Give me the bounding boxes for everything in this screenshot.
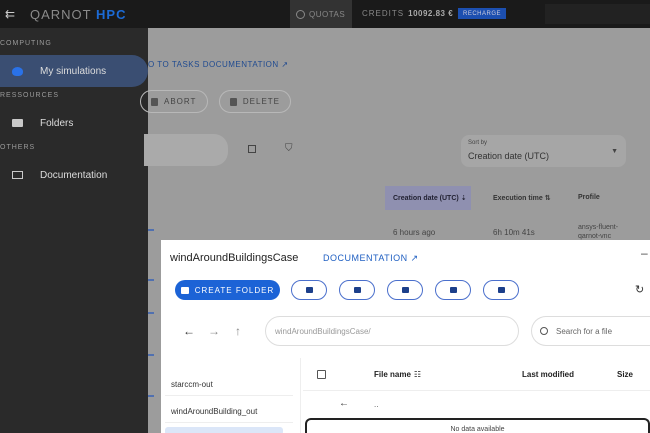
- task-exec-cell: 6h 10m 41s: [493, 228, 535, 237]
- upload-icon: [353, 287, 361, 293]
- sidebar-item-documentation[interactable]: Documentation: [0, 159, 148, 191]
- upload-button[interactable]: [339, 280, 375, 300]
- close-icon[interactable]: –: [641, 246, 648, 260]
- sidebar-section-others: OTHERS: [0, 144, 36, 151]
- folder-plus-icon: [180, 286, 189, 294]
- sidebar-item-my-simulations[interactable]: My simulations: [0, 55, 148, 87]
- sort-select[interactable]: Sort by Creation date (UTC) ▼: [461, 135, 626, 167]
- create-folder-button[interactable]: CREATE FOLDER: [175, 280, 280, 300]
- dialog-title: windAroundBuildingsCase: [170, 252, 299, 264]
- no-data-panel: No data available: [305, 418, 650, 433]
- column-header-last-modified[interactable]: Last modified: [522, 370, 574, 379]
- calendar-icon[interactable]: [248, 145, 256, 153]
- path-input[interactable]: windAroundBuildingsCase/: [265, 316, 519, 346]
- recharge-button[interactable]: RECHARGE: [458, 8, 507, 19]
- task-link-fragment[interactable]: [148, 279, 154, 281]
- task-search-input[interactable]: [144, 134, 228, 166]
- file-search-input[interactable]: Search for a file: [531, 316, 650, 346]
- task-created-cell: 6 hours ago: [393, 228, 436, 237]
- table-divider: [303, 390, 650, 391]
- stop-icon: [151, 97, 158, 106]
- folder-tree: starccm-out windAroundBuilding_out: [161, 358, 301, 433]
- account-area[interactable]: [545, 4, 650, 24]
- book-icon: [12, 171, 23, 179]
- filter-icon[interactable]: ⛉: [285, 143, 293, 154]
- sidebar-item-folders[interactable]: Folders: [0, 107, 148, 139]
- tree-divider: [165, 422, 293, 423]
- cloud-icon: [12, 66, 23, 76]
- folder-upload-button[interactable]: [435, 280, 471, 300]
- back-to-tasks-link[interactable]: O TO TASKS DOCUMENTATION ↗: [148, 60, 289, 69]
- refresh-icon[interactable]: ↻: [635, 283, 644, 296]
- chevron-down-icon: ▼: [611, 148, 618, 155]
- sidebar: COMPUTING My simulations RESSOURCES Fold…: [0, 28, 148, 433]
- app-logo[interactable]: QARNOT HPC: [30, 7, 126, 22]
- column-header-creation-date[interactable]: Creation date (UTC) ⇣: [385, 186, 471, 210]
- move-button[interactable]: [291, 280, 327, 300]
- trash-icon: [230, 97, 237, 106]
- tree-divider: [165, 395, 293, 396]
- credits-display: CREDITS 10092.83 €: [362, 9, 454, 18]
- documentation-link[interactable]: DOCUMENTATION ↗: [323, 253, 419, 264]
- column-header-execution-time[interactable]: Execution time ⇅: [493, 194, 551, 202]
- task-profile-cell: ansys-fluent-qarnot-vnc: [578, 224, 619, 240]
- folder-move-icon: [305, 287, 313, 293]
- download-button[interactable]: [387, 280, 423, 300]
- tree-item-selected[interactable]: [165, 427, 283, 433]
- column-header-file-name[interactable]: File name ☷: [374, 370, 421, 379]
- forward-arrow-icon[interactable]: →: [208, 324, 220, 338]
- up-arrow-icon[interactable]: ↑: [235, 324, 241, 338]
- trash-icon: [497, 287, 505, 293]
- parent-folder-row[interactable]: ..: [374, 400, 378, 409]
- sort-desc-icon: ⇣: [460, 195, 467, 202]
- parent-folder-arrow-icon[interactable]: ←: [339, 398, 349, 409]
- top-bar: ⇇ QARNOT HPC QUOTAS CREDITS 10092.83 € RE…: [0, 0, 650, 28]
- abort-button[interactable]: ABORT: [140, 90, 208, 113]
- task-link-fragment[interactable]: [148, 229, 154, 231]
- globe-icon: [296, 9, 305, 19]
- sort-icon: ⇅: [544, 195, 551, 202]
- back-arrow-icon[interactable]: ←: [183, 324, 195, 338]
- download-icon: [401, 287, 409, 293]
- credits-value: 10092.83 €: [408, 9, 454, 18]
- more-options-icon[interactable]: ⋮: [646, 141, 650, 152]
- sidebar-section-computing: COMPUTING: [0, 40, 52, 47]
- sidebar-section-ressources: RESSOURCES: [0, 92, 60, 99]
- quotas-button[interactable]: QUOTAS: [290, 0, 352, 28]
- search-icon: [540, 327, 548, 335]
- menu-collapse-icon[interactable]: ⇇: [5, 7, 15, 21]
- column-header-profile[interactable]: Profile: [578, 194, 600, 201]
- tree-item[interactable]: starccm-out: [171, 380, 213, 389]
- sort-icon: ☷: [413, 370, 422, 379]
- select-all-checkbox[interactable]: [317, 370, 326, 379]
- column-header-size[interactable]: Size: [617, 370, 633, 379]
- task-link-fragment[interactable]: [148, 395, 154, 397]
- file-browser-dialog: windAroundBuildingsCase DOCUMENTATION ↗ …: [161, 240, 650, 433]
- folder-upload-icon: [449, 287, 457, 293]
- tree-item[interactable]: windAroundBuilding_out: [171, 407, 257, 416]
- delete-file-button[interactable]: [483, 280, 519, 300]
- folder-icon: [12, 119, 23, 127]
- task-link-fragment[interactable]: [148, 312, 154, 314]
- delete-button[interactable]: DELETE: [219, 90, 291, 113]
- task-link-fragment[interactable]: [148, 354, 154, 356]
